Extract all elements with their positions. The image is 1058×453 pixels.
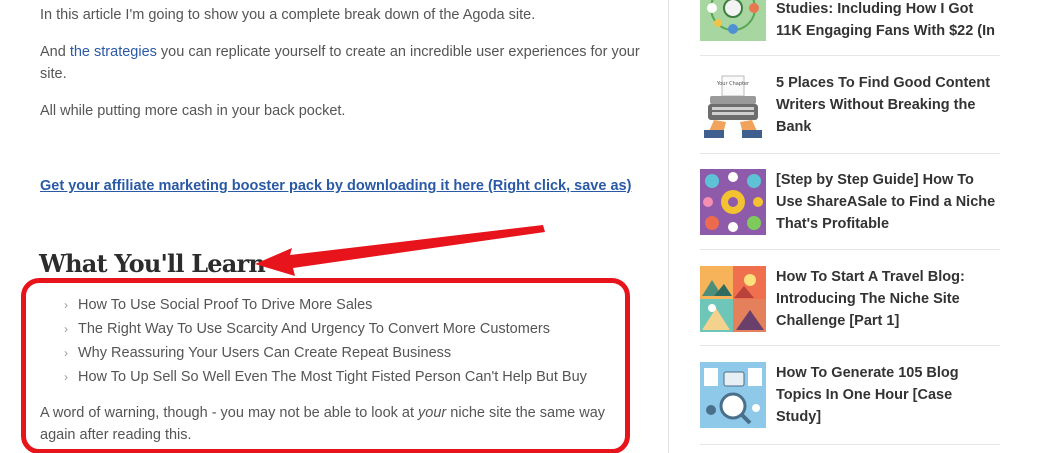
sidebar-post-title[interactable]: Studies: Including How I Got 11K Engagin… [776,0,1000,42]
marketing-icons-grid[interactable] [700,169,766,235]
sidebar-post-title[interactable]: How To Start A Travel Blog: Introducing … [776,266,1000,332]
strategies-link[interactable]: the strategies [70,44,157,60]
typewriter-icon[interactable]: Your Chapter [700,72,766,138]
cash-paragraph: All while putting more cash in your back… [40,103,346,119]
sidebar-post[interactable]: Your Chapter 5 Places To Find Good Conte… [700,62,1000,159]
sidebar-post-title[interactable]: [Step by Step Guide] How To Use ShareASa… [776,169,1000,235]
intro-paragraph: In this article I'm going to show you a … [40,7,536,23]
strategies-paragraph: And the strategies you can replicate you… [40,41,640,85]
sidebar-post-title[interactable]: How To Generate 105 Blog Topics In One H… [776,362,1000,428]
sidebar-recent-posts: Studies: Including How I Got 11K Engagin… [700,0,1000,453]
typewriter-caption: Your Chapter [716,81,750,87]
booster-pack-download-link[interactable]: Get your affiliate marketing booster pac… [40,175,631,197]
sidebar-divider [700,249,1000,250]
sidebar-post[interactable]: [Step by Step Guide] How To Use ShareASa… [700,159,1000,256]
what-youll-learn-heading: What You'll Learn [39,249,266,278]
sidebar-post-title[interactable]: 5 Places To Find Good Content Writers Wi… [776,72,1000,138]
column-divider [668,0,669,453]
paragraph-text: And [40,44,70,60]
highlight-annotation-box [21,278,630,453]
article-content: In this article I'm going to show you a … [0,0,668,453]
sidebar-post[interactable]: Studies: Including How I Got 11K Engagin… [700,0,1000,62]
sidebar-divider [700,345,1000,346]
blog-tools-icon[interactable] [700,362,766,428]
sidebar-divider [700,153,1000,154]
sidebar-divider [700,55,1000,56]
travel-landscapes-grid[interactable] [700,266,766,332]
sidebar-post[interactable]: How To Generate 105 Blog Topics In One H… [700,352,1000,449]
community-network-icon[interactable] [700,0,766,41]
sidebar-divider [700,444,1000,445]
sidebar-post[interactable]: How To Start A Travel Blog: Introducing … [700,256,1000,353]
